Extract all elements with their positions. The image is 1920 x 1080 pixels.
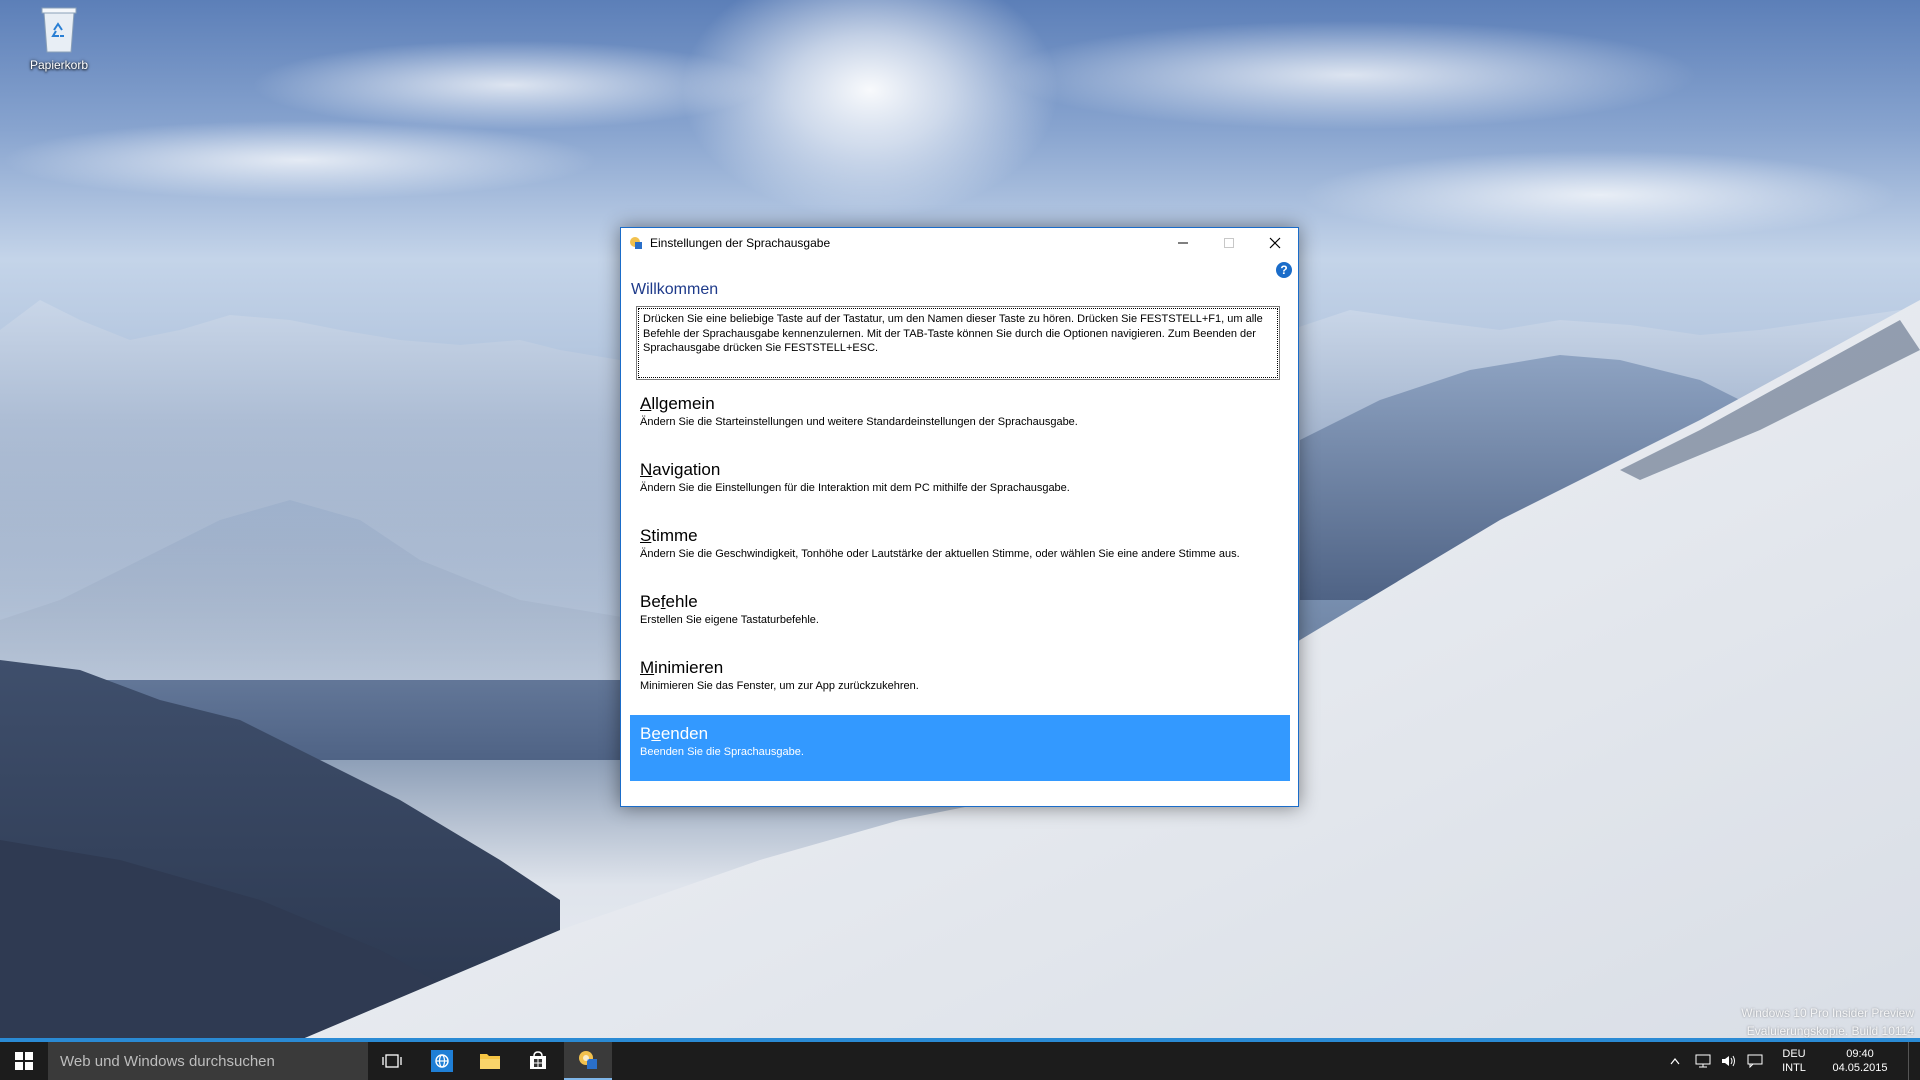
option-minimize[interactable]: Minimieren Minimieren Sie das Fenster, u… xyxy=(630,649,1290,715)
options-list: Allgemein Ändern Sie die Starteinstellun… xyxy=(630,385,1290,781)
recycle-bin-label: Papierkorb xyxy=(29,58,89,72)
option-title: Minimieren xyxy=(640,658,724,677)
option-voice[interactable]: Stimme Ändern Sie die Geschwindigkeit, T… xyxy=(630,517,1290,583)
task-view-button[interactable] xyxy=(368,1042,416,1080)
option-general[interactable]: Allgemein Ändern Sie die Starteinstellun… xyxy=(630,385,1290,451)
maximize-button xyxy=(1206,228,1252,258)
taskbar-browser-button[interactable] xyxy=(418,1042,466,1080)
show-hidden-icons-button[interactable] xyxy=(1660,1042,1690,1080)
task-view-icon xyxy=(382,1054,402,1068)
option-title: Stimme xyxy=(640,526,698,545)
minimize-button[interactable] xyxy=(1160,228,1206,258)
watermark-line: Windows 10 Pro Insider Preview xyxy=(1741,1006,1914,1020)
taskbar: Web und Windows durchsuchen DEU INTL 09:… xyxy=(0,1038,1920,1080)
windows-logo-icon xyxy=(15,1052,33,1070)
desktop: Papierkorb Einstellungen der Sprachausga… xyxy=(0,0,1920,1080)
narrator-app-icon xyxy=(629,236,643,250)
help-icon[interactable]: ? xyxy=(1276,262,1292,278)
recycle-bin-desktop-icon[interactable]: Papierkorb xyxy=(18,6,100,72)
option-exit[interactable]: Beenden Beenden Sie die Sprachausgabe. xyxy=(630,715,1290,781)
option-description: Ändern Sie die Starteinstellungen und we… xyxy=(640,416,1078,428)
notifications-button[interactable] xyxy=(1742,1042,1768,1080)
maximize-icon xyxy=(1224,238,1234,248)
option-title: Befehle xyxy=(640,592,698,611)
instructions-text[interactable]: Drücken Sie eine beliebige Taste auf der… xyxy=(636,306,1280,380)
option-title: Allgemein xyxy=(640,394,715,413)
input-language-button[interactable]: DEU INTL xyxy=(1772,1042,1816,1080)
title-bar[interactable]: Einstellungen der Sprachausgabe xyxy=(621,228,1298,258)
keyboard-layout: INTL xyxy=(1782,1062,1806,1074)
option-description: Ändern Sie die Einstellungen für die Int… xyxy=(640,482,1070,494)
minimize-icon xyxy=(1178,242,1188,244)
narrator-settings-window: Einstellungen der Sprachausgabe ? Willko… xyxy=(620,227,1299,807)
language-code: DEU xyxy=(1782,1048,1806,1060)
volume-button[interactable] xyxy=(1716,1042,1742,1080)
option-description: Erstellen Sie eigene Tastaturbefehle. xyxy=(640,614,819,626)
close-button[interactable] xyxy=(1252,228,1298,258)
clock-date: 04.05.2015 xyxy=(1832,1062,1888,1074)
option-description: Minimieren Sie das Fenster, um zur App z… xyxy=(640,680,919,692)
narrator-icon xyxy=(579,1051,597,1069)
option-navigation[interactable]: Navigation Ändern Sie die Einstellungen … xyxy=(630,451,1290,517)
option-description: Beenden Sie die Sprachausgabe. xyxy=(640,746,804,758)
welcome-heading: Willkommen xyxy=(631,281,719,298)
store-icon xyxy=(530,1051,546,1069)
network-icon xyxy=(1695,1054,1711,1068)
clock-button[interactable]: 09:40 04.05.2015 xyxy=(1820,1042,1900,1080)
close-icon xyxy=(1269,237,1281,249)
chevron-up-icon xyxy=(1670,1058,1680,1065)
taskbar-store-button[interactable] xyxy=(514,1042,562,1080)
message-icon xyxy=(1747,1054,1763,1068)
show-desktop-button[interactable] xyxy=(1908,1042,1920,1080)
recycle-bin-icon xyxy=(38,6,80,54)
folder-icon xyxy=(480,1054,500,1069)
globe-icon xyxy=(431,1050,453,1072)
taskbar-explorer-button[interactable] xyxy=(466,1042,514,1080)
network-button[interactable] xyxy=(1690,1042,1716,1080)
volume-icon xyxy=(1722,1055,1735,1067)
system-tray: DEU INTL 09:40 04.05.2015 xyxy=(1660,1042,1920,1080)
clock-time: 09:40 xyxy=(1846,1048,1874,1060)
window-title: Einstellungen der Sprachausgabe xyxy=(650,236,831,250)
option-description: Ändern Sie die Geschwindigkeit, Tonhöhe … xyxy=(640,548,1240,560)
option-commands[interactable]: Befehle Erstellen Sie eigene Tastaturbef… xyxy=(630,583,1290,649)
build-watermark: Windows 10 Pro Insider Preview Evaluieru… xyxy=(1741,1004,1914,1040)
option-title: Beenden xyxy=(640,724,709,743)
search-box[interactable]: Web und Windows durchsuchen xyxy=(48,1042,368,1080)
start-button[interactable] xyxy=(0,1042,48,1080)
taskbar-narrator-button[interactable] xyxy=(564,1042,612,1080)
option-title: Navigation xyxy=(640,460,721,479)
